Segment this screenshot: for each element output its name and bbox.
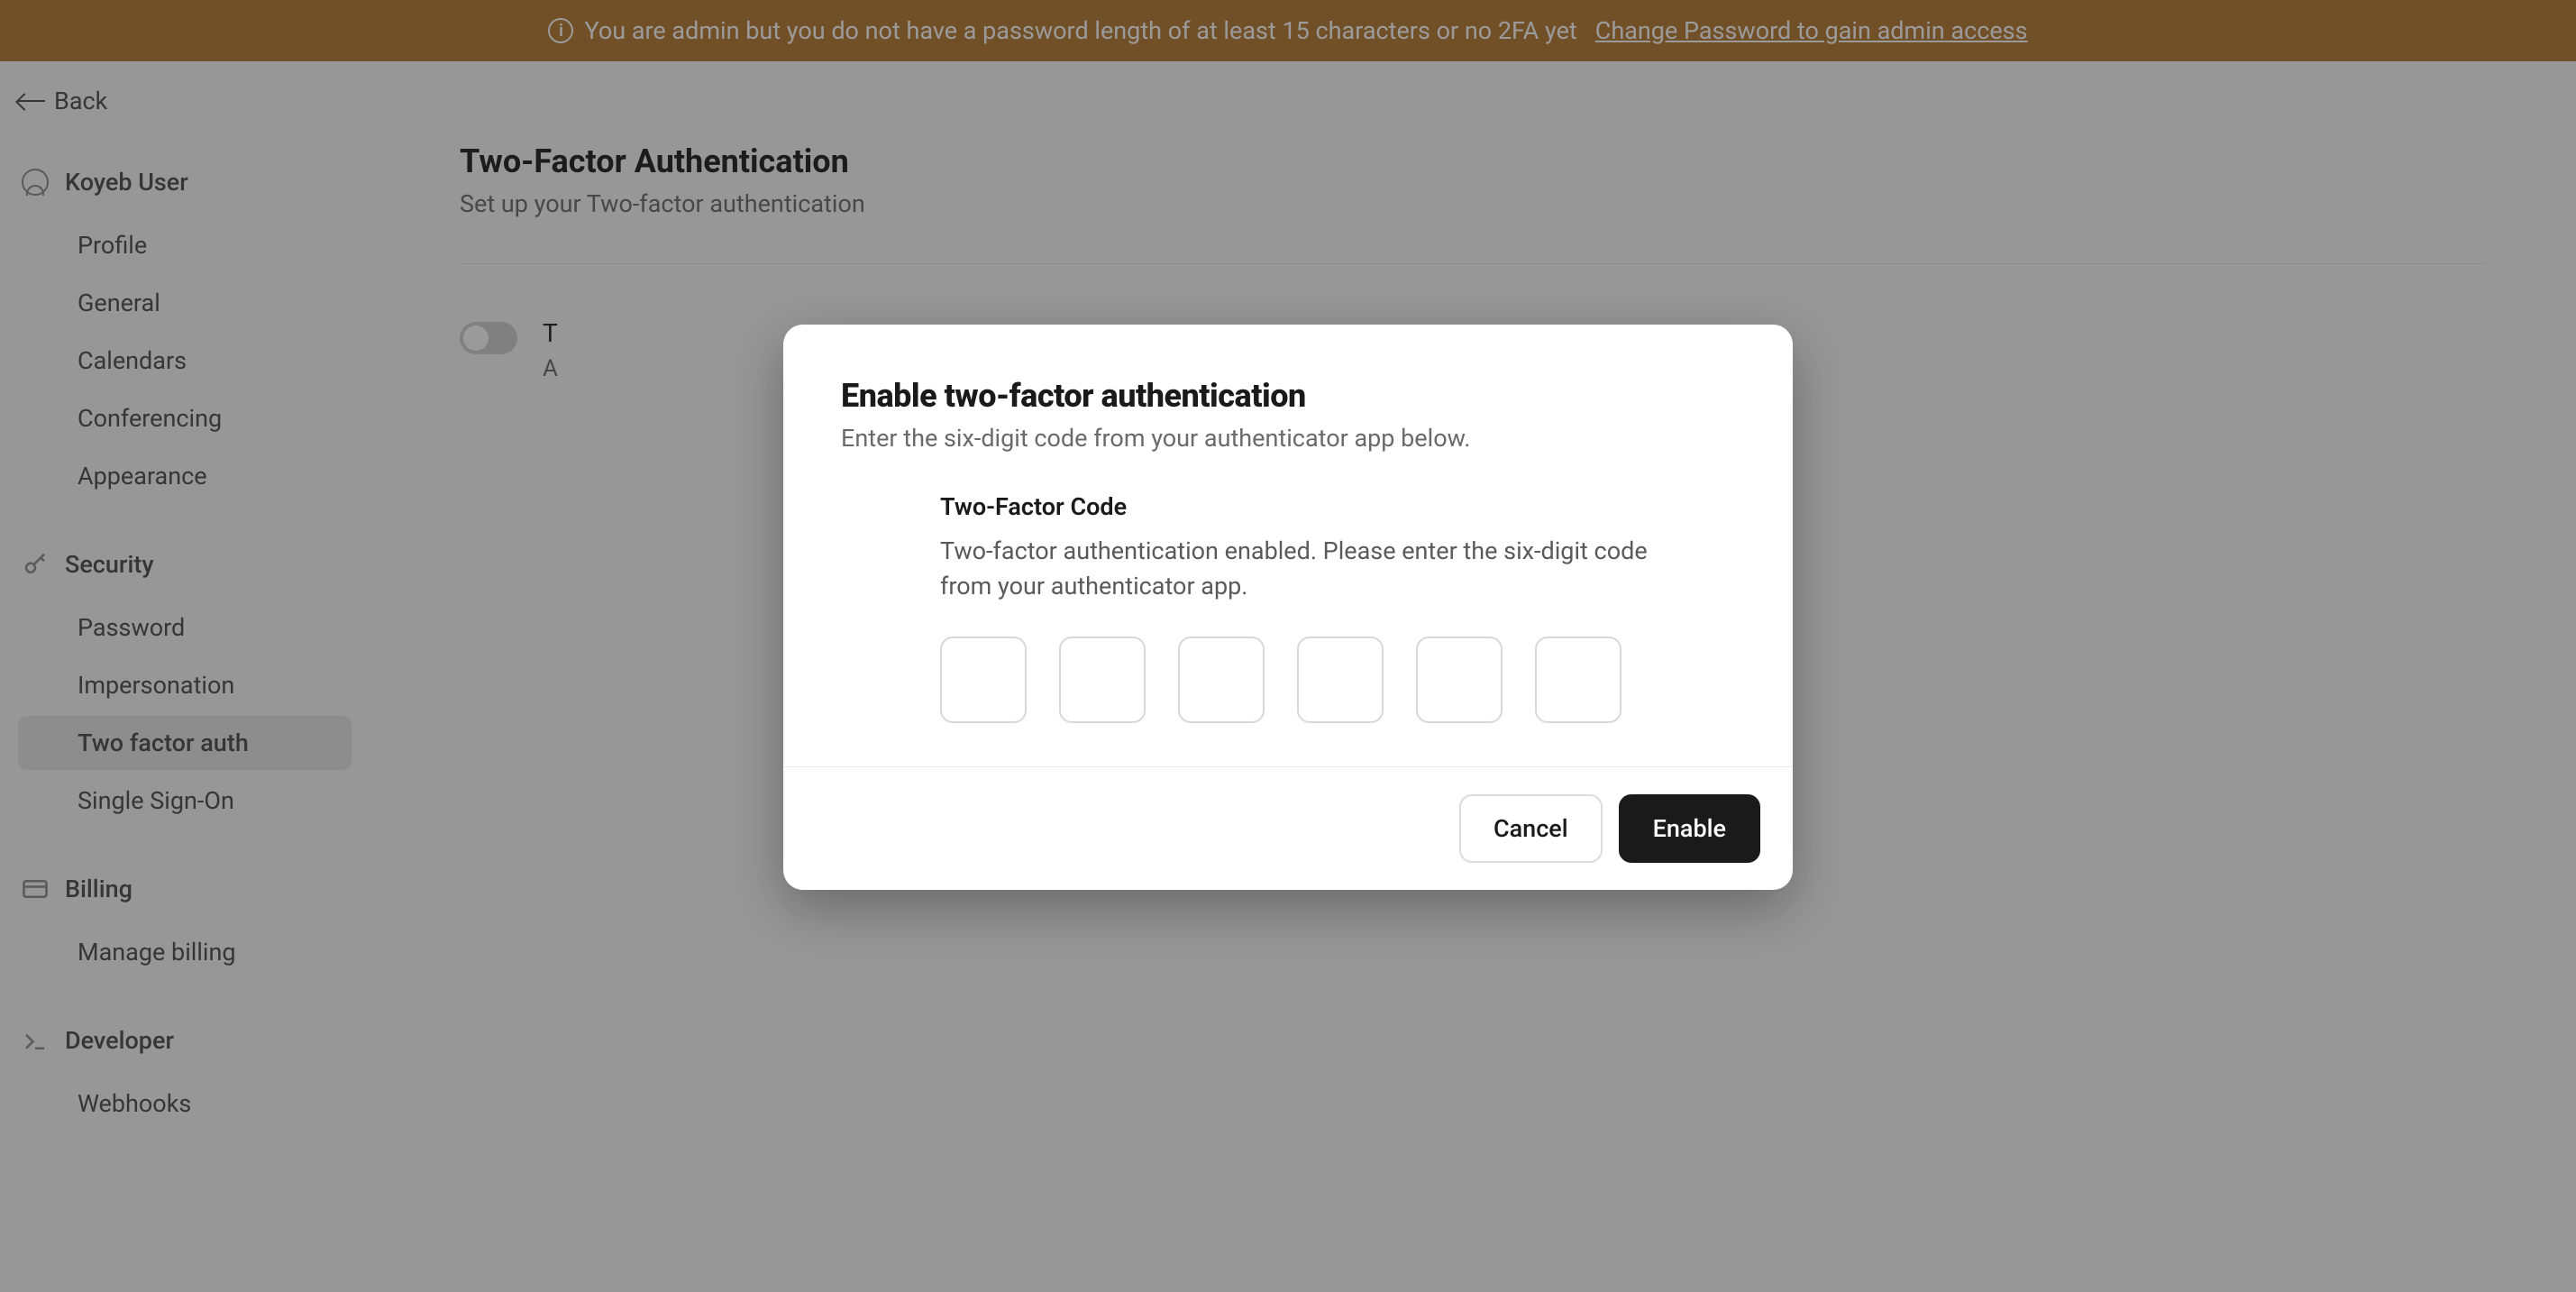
cancel-button[interactable]: Cancel (1459, 794, 1603, 863)
modal-title: Enable two-factor authentication (841, 377, 1735, 415)
code-digit-3[interactable] (1178, 637, 1265, 723)
modal-footer: Cancel Enable (783, 766, 1793, 890)
enable-button[interactable]: Enable (1619, 794, 1760, 863)
enable-2fa-modal: Enable two-factor authentication Enter t… (783, 325, 1793, 890)
code-digit-5[interactable] (1416, 637, 1503, 723)
code-digit-2[interactable] (1059, 637, 1146, 723)
code-digit-4[interactable] (1297, 637, 1384, 723)
code-field-label: Two-Factor Code (940, 492, 1681, 521)
modal-overlay[interactable]: Enable two-factor authentication Enter t… (0, 0, 2576, 1292)
code-field-desc: Two-factor authentication enabled. Pleas… (940, 534, 1681, 604)
code-input-group (940, 637, 1681, 723)
code-digit-1[interactable] (940, 637, 1027, 723)
modal-subtitle: Enter the six-digit code from your authe… (841, 424, 1735, 453)
code-digit-6[interactable] (1535, 637, 1621, 723)
